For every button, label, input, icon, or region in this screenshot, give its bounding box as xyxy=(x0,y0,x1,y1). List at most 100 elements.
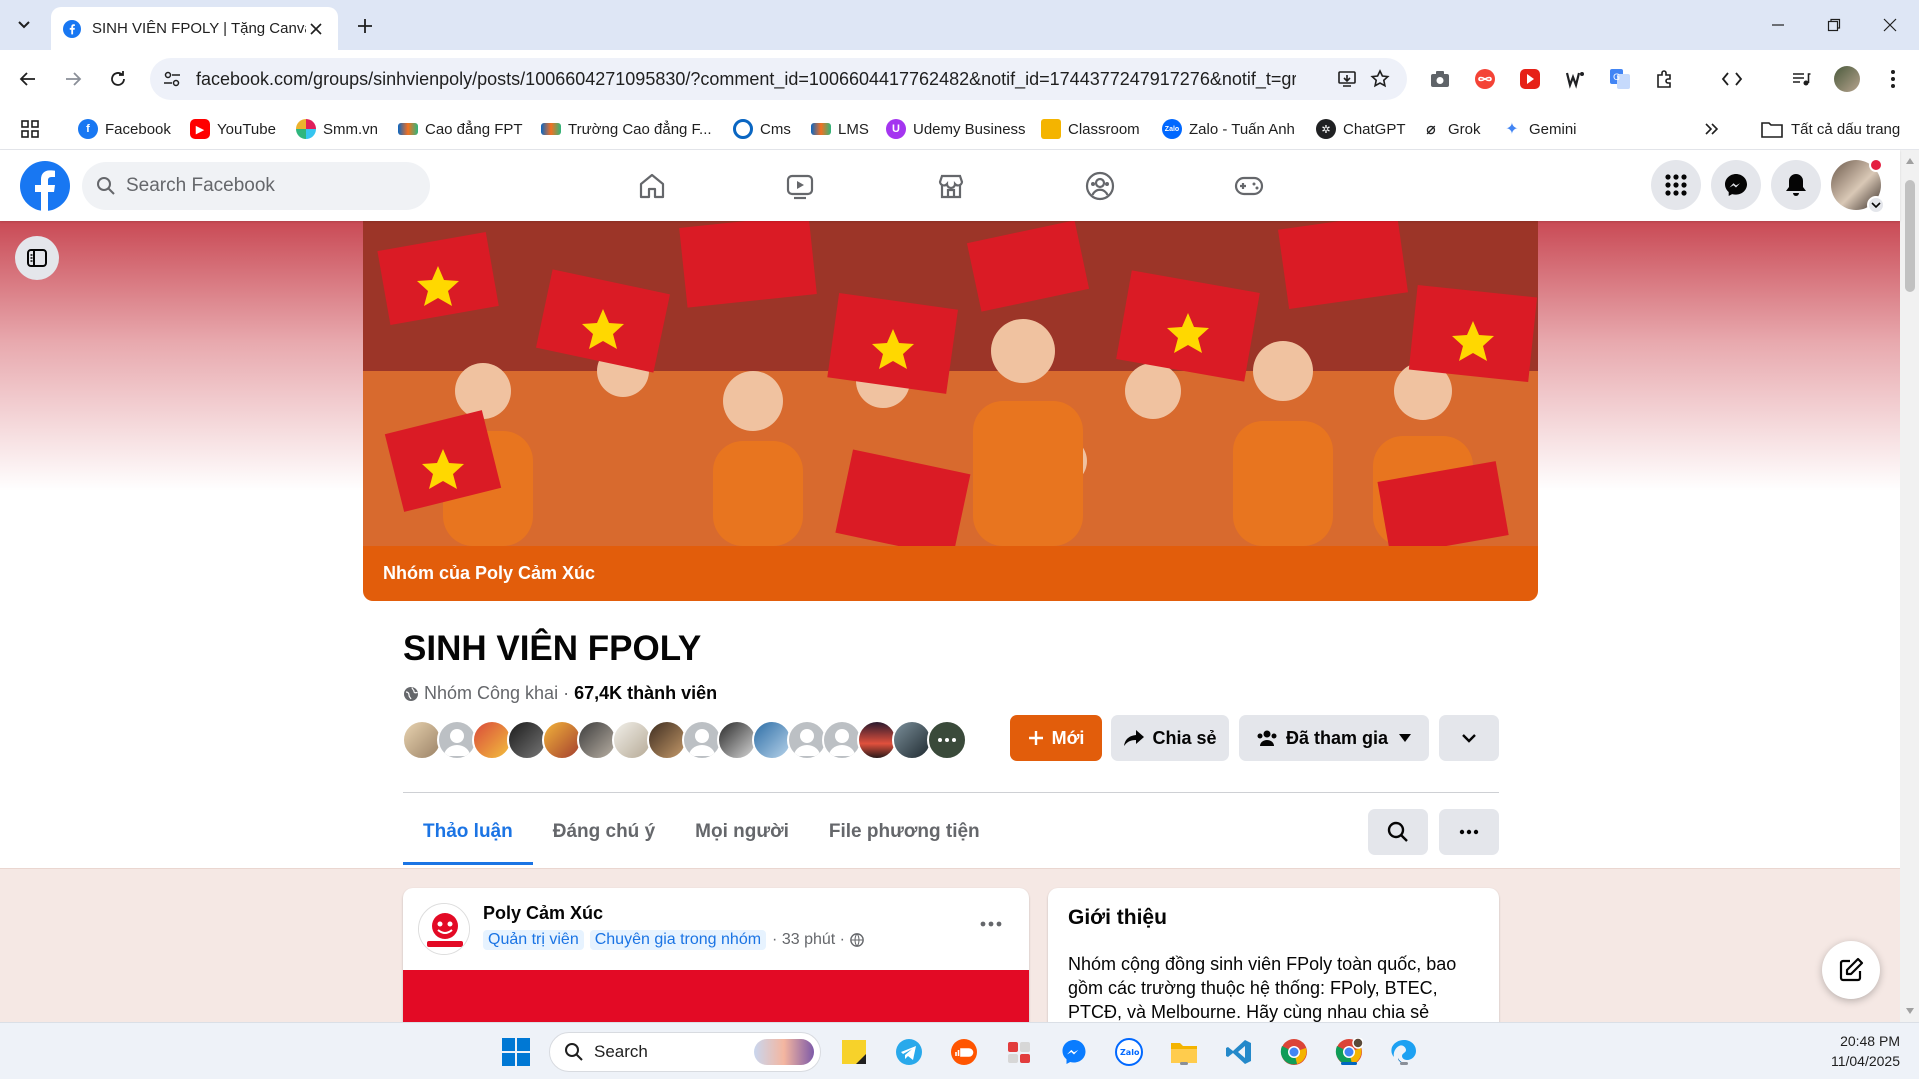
post-author-avatar[interactable] xyxy=(418,903,470,955)
close-window-button[interactable] xyxy=(1862,0,1918,50)
install-app-button[interactable] xyxy=(1335,67,1359,91)
profile-avatar-button[interactable] xyxy=(1834,66,1860,92)
all-bookmarks-folder[interactable]: Tất cả dấu trang xyxy=(1761,116,1900,142)
post-author-name[interactable]: Poly Cảm Xúc xyxy=(483,903,603,924)
tab-discussion[interactable]: Thảo luận xyxy=(403,799,533,865)
scroll-up-arrow[interactable] xyxy=(1904,156,1915,166)
tab-close-button[interactable] xyxy=(306,19,326,39)
member-avatar[interactable] xyxy=(507,720,547,760)
bookmark-youtube[interactable]: ▶ YouTube xyxy=(190,116,276,142)
taskbar-app-pinned[interactable] xyxy=(1003,1036,1035,1068)
bookmark-smm[interactable]: Smm.vn xyxy=(296,116,378,142)
member-avatar[interactable] xyxy=(717,720,757,760)
bookmark-chatgpt[interactable]: ✲ ChatGPT xyxy=(1316,116,1406,142)
more-members-button[interactable] xyxy=(927,720,967,760)
tab-featured[interactable]: Đáng chú ý xyxy=(533,799,675,865)
address-bar[interactable]: facebook.com/groups/sinhvienpoly/posts/1… xyxy=(150,58,1407,100)
new-post-button[interactable]: Mới xyxy=(1010,715,1102,761)
cover-photo[interactable]: Nhóm của Poly Cảm Xúc xyxy=(363,221,1538,601)
expert-badge[interactable]: Chuyên gia trong nhóm xyxy=(589,930,767,950)
nav-marketplace[interactable] xyxy=(929,164,973,208)
ext-youtube-tool[interactable] xyxy=(1517,66,1543,92)
bookmark-facebook[interactable]: f Facebook xyxy=(78,116,171,142)
taskbar-telegram[interactable] xyxy=(893,1036,925,1068)
bookmark-truong-cao-dang[interactable]: Trường Cao đẳng F... xyxy=(541,116,712,142)
post-media[interactable] xyxy=(403,970,1029,1022)
taskbar-messenger[interactable] xyxy=(1058,1036,1090,1068)
member-avatar-default[interactable] xyxy=(787,720,827,760)
member-avatar[interactable] xyxy=(542,720,582,760)
system-clock[interactable]: 20:48 PM 11/04/2025 xyxy=(1790,1031,1900,1071)
taskbar-vscode[interactable] xyxy=(1223,1036,1255,1068)
minimize-button[interactable] xyxy=(1750,0,1806,50)
bookmark-cms[interactable]: Cms xyxy=(733,116,791,142)
restore-button[interactable] xyxy=(1806,0,1862,50)
menu-button[interactable] xyxy=(1651,160,1701,210)
search-input[interactable]: Search Facebook xyxy=(126,175,275,197)
admin-badge[interactable]: Quản trị viên xyxy=(483,930,584,950)
group-members-count[interactable]: 67,4K thành viên xyxy=(574,683,717,704)
forward-button[interactable] xyxy=(55,61,91,97)
notifications-button[interactable] xyxy=(1771,160,1821,210)
bookmark-zalo[interactable]: Zalo Zalo - Tuấn Anh xyxy=(1162,116,1295,142)
apps-button[interactable] xyxy=(20,116,40,142)
site-info-button[interactable] xyxy=(160,67,184,91)
joined-button[interactable]: Đã tham gia xyxy=(1239,715,1429,761)
ext-infinity[interactable] xyxy=(1472,66,1498,92)
taskbar-chrome[interactable] xyxy=(1278,1036,1310,1068)
group-options-button[interactable] xyxy=(1439,715,1499,761)
member-avatar[interactable] xyxy=(647,720,687,760)
bookmark-gemini[interactable]: ✦ Gemini xyxy=(1502,116,1577,142)
scroll-thumb[interactable] xyxy=(1905,180,1915,292)
sidebar-toggle-button[interactable] xyxy=(15,236,59,280)
taskbar-soundcloud[interactable] xyxy=(948,1036,980,1068)
reload-button[interactable] xyxy=(100,61,136,97)
ext-screenshot[interactable] xyxy=(1427,66,1453,92)
group-more-button[interactable] xyxy=(1439,809,1499,855)
taskbar-sticky-notes[interactable] xyxy=(838,1036,870,1068)
nav-groups[interactable] xyxy=(1078,164,1122,208)
tab-search-button[interactable] xyxy=(8,9,40,41)
page-scrollbar[interactable] xyxy=(1900,150,1919,1022)
post-time[interactable]: · 33 phút · xyxy=(772,931,845,949)
member-avatar[interactable] xyxy=(577,720,617,760)
messenger-button[interactable] xyxy=(1711,160,1761,210)
chrome-menu-button[interactable] xyxy=(1880,66,1906,92)
media-control-button[interactable] xyxy=(1788,66,1814,92)
member-avatars[interactable] xyxy=(402,720,967,762)
share-button[interactable]: Chia sẻ xyxy=(1111,715,1229,761)
bookmark-classroom[interactable]: Classroom xyxy=(1041,116,1140,142)
member-avatar-default[interactable] xyxy=(437,720,477,760)
taskbar-search[interactable]: Search xyxy=(549,1032,821,1072)
nav-video[interactable] xyxy=(778,164,822,208)
account-avatar[interactable] xyxy=(1831,158,1885,214)
compose-message-button[interactable] xyxy=(1822,941,1880,999)
facebook-logo[interactable] xyxy=(20,161,70,211)
post-options-button[interactable] xyxy=(971,904,1011,944)
taskbar-chrome-profile-active[interactable] xyxy=(1333,1036,1365,1068)
member-avatar[interactable] xyxy=(612,720,652,760)
member-avatar[interactable] xyxy=(752,720,792,760)
tab-people[interactable]: Mọi người xyxy=(675,799,809,865)
back-button[interactable] xyxy=(10,61,46,97)
bookmark-udemy[interactable]: U Udemy Business xyxy=(886,116,1026,142)
bookmark-grok[interactable]: ⌀ Grok xyxy=(1421,116,1481,142)
bookmarks-overflow-button[interactable] xyxy=(1704,116,1720,142)
group-search-button[interactable] xyxy=(1368,809,1428,855)
devtools-button[interactable] xyxy=(1719,66,1745,92)
member-avatar-default[interactable] xyxy=(682,720,722,760)
new-tab-button[interactable] xyxy=(350,11,380,41)
start-button[interactable] xyxy=(500,1036,532,1068)
member-avatar[interactable] xyxy=(857,720,897,760)
taskbar-file-explorer[interactable] xyxy=(1168,1036,1200,1068)
browser-tab-active[interactable]: SINH VIÊN FPOLY | Tặng Canva xyxy=(51,7,338,50)
bookmark-star-button[interactable] xyxy=(1368,67,1392,91)
group-name[interactable]: SINH VIÊN FPOLY xyxy=(403,629,701,669)
tab-media[interactable]: File phương tiện xyxy=(809,799,1000,865)
member-avatar[interactable] xyxy=(892,720,932,760)
member-avatar[interactable] xyxy=(472,720,512,760)
ext-wappalyzer[interactable] xyxy=(1562,66,1588,92)
nav-gaming[interactable] xyxy=(1227,164,1271,208)
bookmark-lms[interactable]: LMS xyxy=(811,116,869,142)
url-text[interactable]: facebook.com/groups/sinhvienpoly/posts/1… xyxy=(196,69,1296,90)
